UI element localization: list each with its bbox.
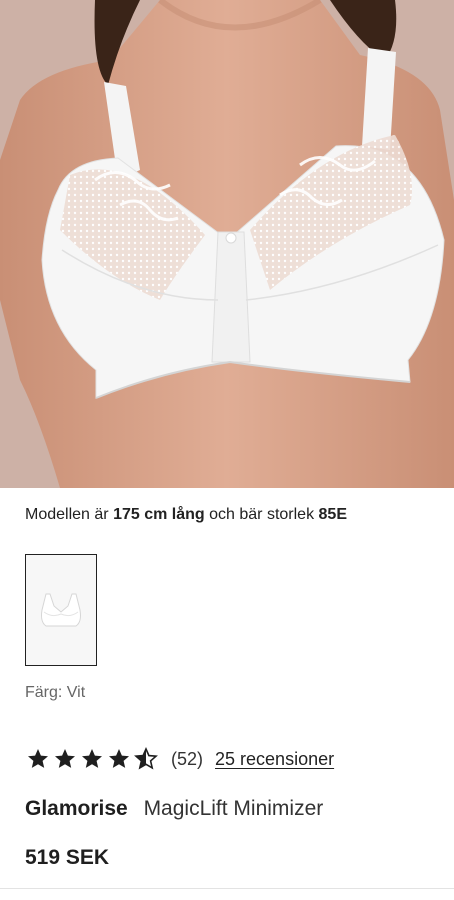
model-height: 175 cm lång bbox=[113, 506, 205, 523]
color-label: Färg: Vit bbox=[25, 684, 86, 701]
star-icon bbox=[82, 749, 102, 768]
swatch-thumbnail bbox=[41, 593, 81, 627]
product-name: MagicLift Minimizer bbox=[143, 797, 324, 820]
star-icon bbox=[55, 749, 75, 768]
divider bbox=[0, 888, 454, 889]
star-icon bbox=[109, 749, 129, 768]
product-title: Glamorise MagicLift Minimizer bbox=[25, 797, 323, 821]
reviews-link[interactable]: 25 recensioner bbox=[215, 749, 334, 770]
product-image[interactable] bbox=[0, 0, 454, 488]
rating-row: (52) 25 recensioner bbox=[25, 744, 334, 774]
product-photo bbox=[0, 0, 454, 488]
product-price: 519 SEK bbox=[25, 846, 110, 869]
half-star-icon bbox=[134, 747, 158, 770]
model-info-middle: och bär storlek bbox=[209, 506, 315, 523]
star-rating[interactable] bbox=[25, 747, 159, 771]
color-swatch-white[interactable] bbox=[25, 554, 97, 666]
model-info-prefix: Modellen är bbox=[25, 506, 109, 523]
model-size: 85E bbox=[318, 506, 347, 523]
star-icon bbox=[28, 749, 48, 768]
brand-name[interactable]: Glamorise bbox=[25, 797, 128, 820]
rating-count: (52) bbox=[171, 748, 204, 769]
model-info: Modellen är 175 cm lång och bär storlek … bbox=[25, 506, 347, 524]
